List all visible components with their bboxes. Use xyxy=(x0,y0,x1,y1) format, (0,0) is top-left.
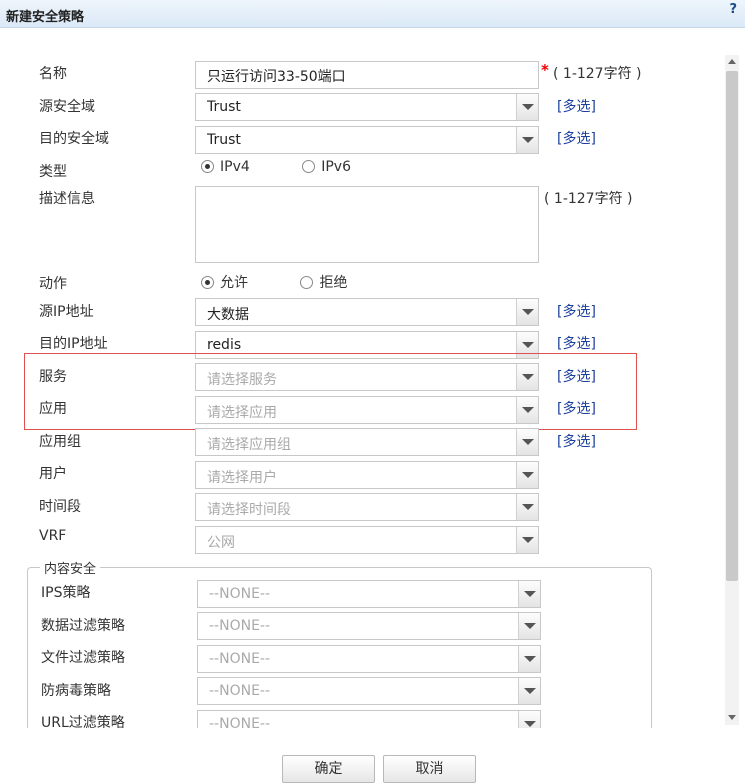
radio-checked-icon xyxy=(201,276,214,289)
ips-policy-value: --NONE-- xyxy=(209,586,271,602)
chevron-down-icon[interactable] xyxy=(518,711,540,728)
description-textarea[interactable] xyxy=(195,186,539,263)
dst-ip-label: 目的IP地址 xyxy=(39,336,108,352)
url-filter-policy-label: URL过滤策略 xyxy=(41,715,125,728)
chevron-down-icon[interactable] xyxy=(516,494,538,520)
service-placeholder: 请选择服务 xyxy=(207,372,277,388)
chevron-down-icon[interactable] xyxy=(516,127,538,153)
scroll-up-icon[interactable] xyxy=(725,55,739,69)
dst-zone-select[interactable]: Trust xyxy=(195,126,539,154)
chevron-down-icon[interactable] xyxy=(518,678,540,704)
chevron-down-icon[interactable] xyxy=(516,462,538,488)
vrf-value: 公网 xyxy=(207,535,235,551)
app-group-select[interactable]: 请选择应用组 xyxy=(195,428,539,456)
type-radio-ipv6[interactable]: IPv6 xyxy=(302,159,351,175)
dst-ip-value: redis xyxy=(207,337,242,353)
time-range-select[interactable]: 请选择时间段 xyxy=(195,493,539,521)
help-icon[interactable]: ? xyxy=(729,2,737,17)
required-mark: * xyxy=(541,61,549,79)
name-label: 名称 xyxy=(39,66,67,82)
application-label: 应用 xyxy=(39,401,67,417)
ips-policy-label: IPS策略 xyxy=(41,585,91,601)
src-ip-select[interactable]: 大数据 xyxy=(195,298,539,326)
vertical-scrollbar[interactable] xyxy=(725,55,739,725)
action-radio-permit[interactable]: 允许 xyxy=(201,272,248,292)
dst-zone-label: 目的安全域 xyxy=(39,131,109,147)
app-group-multi-link[interactable]: [多选] xyxy=(557,431,596,451)
action-radio-deny[interactable]: 拒绝 xyxy=(300,272,347,292)
antivirus-policy-value: --NONE-- xyxy=(209,683,271,699)
description-length-hint: ( 1-127字符 ) xyxy=(544,191,633,207)
user-label: 用户 xyxy=(39,466,67,482)
chevron-down-icon[interactable] xyxy=(516,397,538,423)
type-radio-group: IPv4 IPv6 xyxy=(201,159,399,175)
service-multi-link[interactable]: [多选] xyxy=(557,366,596,386)
src-zone-label: 源安全域 xyxy=(39,99,95,115)
src-ip-label: 源IP地址 xyxy=(39,304,94,320)
dst-zone-multi-link[interactable]: [多选] xyxy=(557,128,596,148)
cancel-button[interactable]: 取消 xyxy=(383,755,476,783)
name-length-hint: ( 1-127字符 ) xyxy=(553,66,642,82)
content-security-legend: 内容安全 xyxy=(40,558,101,577)
antivirus-policy-label: 防病毒策略 xyxy=(41,683,111,699)
data-filter-policy-select[interactable]: --NONE-- xyxy=(197,612,541,640)
user-select[interactable]: 请选择用户 xyxy=(195,461,539,489)
scroll-down-icon[interactable] xyxy=(725,711,739,725)
app-group-placeholder: 请选择应用组 xyxy=(207,437,291,453)
chevron-down-icon[interactable] xyxy=(516,364,538,390)
application-select[interactable]: 请选择应用 xyxy=(195,396,539,424)
action-label: 动作 xyxy=(39,276,67,292)
url-filter-policy-select[interactable]: --NONE-- xyxy=(197,710,541,728)
application-multi-link[interactable]: [多选] xyxy=(557,398,596,418)
scrollbar-thumb[interactable] xyxy=(726,71,738,581)
action-radio-group: 允许 拒绝 xyxy=(201,272,395,292)
file-filter-policy-value: --NONE-- xyxy=(209,651,271,667)
chevron-down-icon[interactable] xyxy=(516,429,538,455)
vrf-select[interactable]: 公网 xyxy=(195,526,539,554)
chevron-down-icon[interactable] xyxy=(516,299,538,325)
dialog-titlebar: 新建安全策略 ? xyxy=(0,0,745,28)
src-ip-multi-link[interactable]: [多选] xyxy=(557,301,596,321)
file-filter-policy-select[interactable]: --NONE-- xyxy=(197,645,541,673)
chevron-down-icon[interactable] xyxy=(516,527,538,553)
name-input[interactable]: 只运行访问33-50端口 xyxy=(195,61,539,89)
chevron-down-icon[interactable] xyxy=(518,646,540,672)
data-filter-policy-value: --NONE-- xyxy=(209,618,271,634)
type-radio-ipv4[interactable]: IPv4 xyxy=(201,159,250,175)
src-zone-select[interactable]: Trust xyxy=(195,93,539,121)
chevron-down-icon[interactable] xyxy=(516,94,538,120)
service-select[interactable]: 请选择服务 xyxy=(195,363,539,391)
time-range-label: 时间段 xyxy=(39,499,81,515)
dialog-title: 新建安全策略 xyxy=(6,10,85,25)
service-label: 服务 xyxy=(39,369,67,385)
time-range-placeholder: 请选择时间段 xyxy=(207,502,291,518)
application-placeholder: 请选择应用 xyxy=(207,405,277,421)
file-filter-policy-label: 文件过滤策略 xyxy=(41,650,125,666)
ok-button[interactable]: 确定 xyxy=(282,755,375,783)
src-zone-value: Trust xyxy=(207,99,241,115)
src-ip-value: 大数据 xyxy=(207,307,249,323)
url-filter-policy-value: --NONE-- xyxy=(209,716,271,728)
chevron-down-icon[interactable] xyxy=(518,581,540,607)
radio-checked-icon xyxy=(201,160,214,173)
chevron-down-icon[interactable] xyxy=(518,613,540,639)
data-filter-policy-label: 数据过滤策略 xyxy=(41,618,125,634)
description-label: 描述信息 xyxy=(39,191,95,207)
type-label: 类型 xyxy=(39,164,67,180)
app-group-label: 应用组 xyxy=(39,434,81,450)
src-zone-multi-link[interactable]: [多选] xyxy=(557,96,596,116)
dst-ip-multi-link[interactable]: [多选] xyxy=(557,333,596,353)
radio-unchecked-icon xyxy=(302,160,316,173)
user-placeholder: 请选择用户 xyxy=(207,470,277,486)
vrf-label: VRF xyxy=(39,528,67,544)
form-scroll-area[interactable]: 名称 只运行访问33-50端口 * ( 1-127字符 ) 源安全域 Trust… xyxy=(0,28,745,728)
dst-zone-value: Trust xyxy=(207,132,241,148)
dialog-footer: 确定 取消 xyxy=(0,728,745,784)
antivirus-policy-select[interactable]: --NONE-- xyxy=(197,677,541,705)
radio-unchecked-icon xyxy=(300,276,314,289)
ips-policy-select[interactable]: --NONE-- xyxy=(197,580,541,608)
